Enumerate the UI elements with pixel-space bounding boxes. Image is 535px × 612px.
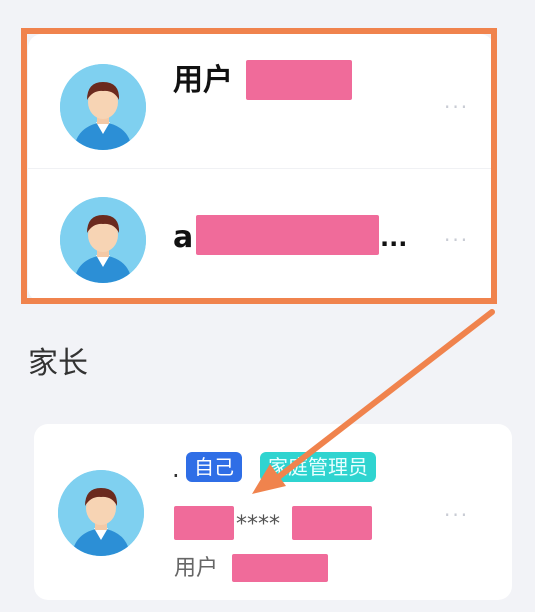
- account-name-label: a: [173, 220, 194, 255]
- redacted-block: [174, 506, 234, 540]
- redacted-block: [292, 506, 372, 540]
- more-options-icon[interactable]: ···: [444, 505, 469, 525]
- more-options-icon[interactable]: ···: [444, 230, 469, 250]
- account-name-label: 用户: [173, 63, 233, 98]
- self-badge: 自己: [186, 452, 242, 482]
- role-badge: 家庭管理员: [260, 452, 376, 482]
- account-row-2[interactable]: a ... ···: [28, 168, 494, 303]
- account-list-card: 用户 ··· a ... ···: [28, 34, 494, 302]
- user-avatar-icon: [58, 470, 144, 556]
- more-options-icon[interactable]: ···: [444, 97, 469, 117]
- redacted-block: [232, 554, 328, 582]
- member-sub-label: 用户: [174, 556, 219, 581]
- name-ellipsis: ...: [380, 224, 408, 252]
- member-card[interactable]: . 自己 家庭管理员 **** 用户 ···: [34, 424, 512, 600]
- redacted-block: [196, 215, 379, 255]
- member-name-prefix: .: [172, 455, 180, 483]
- section-title: 家长: [28, 346, 88, 381]
- user-avatar-icon: [60, 197, 146, 283]
- masked-phone: ****: [236, 512, 280, 537]
- redacted-block: [246, 60, 352, 100]
- user-avatar-icon: [60, 64, 146, 150]
- account-row-1[interactable]: 用户 ···: [28, 34, 494, 168]
